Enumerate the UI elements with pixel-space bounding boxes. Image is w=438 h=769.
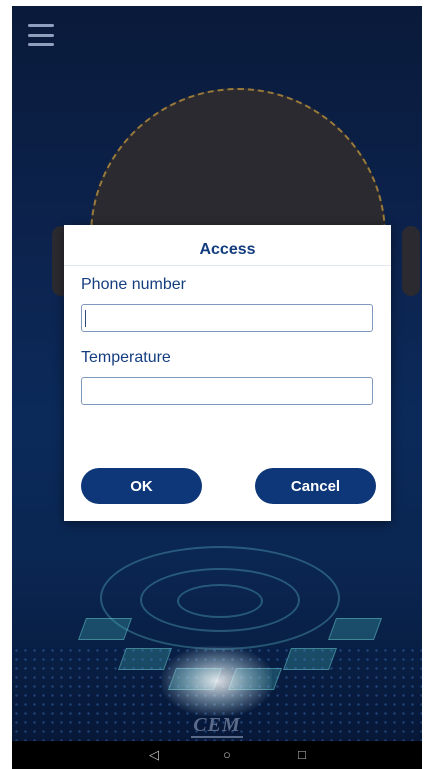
text-cursor	[85, 310, 86, 327]
cancel-button[interactable]: Cancel	[255, 468, 376, 504]
system-navigation-bar: ◁ ○ □	[12, 741, 422, 769]
scan-ring	[177, 584, 263, 618]
dialog-title: Access	[199, 241, 256, 258]
scan-tile	[327, 618, 383, 640]
app-screen: CEM Access Phone number Temperature OK C…	[12, 6, 422, 769]
recent-apps-icon[interactable]: □	[298, 748, 306, 762]
back-icon[interactable]: ◁	[149, 748, 159, 762]
ok-button[interactable]: OK	[81, 468, 202, 504]
temperature-input[interactable]	[81, 377, 373, 405]
head-ear-right	[402, 226, 420, 296]
access-dialog: Access Phone number Temperature OK Cance…	[64, 225, 391, 521]
brand-logo: CEM	[12, 714, 422, 738]
dialog-divider	[64, 265, 391, 266]
phone-number-input[interactable]	[81, 304, 373, 332]
menu-icon[interactable]	[28, 24, 54, 46]
light-glow	[162, 646, 272, 716]
menu-line	[28, 33, 54, 37]
temperature-label: Temperature	[81, 349, 171, 366]
phone-number-label: Phone number	[81, 276, 186, 293]
menu-line	[28, 43, 54, 46]
menu-line	[28, 24, 54, 27]
home-icon[interactable]: ○	[223, 748, 231, 762]
brand-text: CEM	[191, 714, 243, 738]
scan-tile	[77, 618, 133, 640]
